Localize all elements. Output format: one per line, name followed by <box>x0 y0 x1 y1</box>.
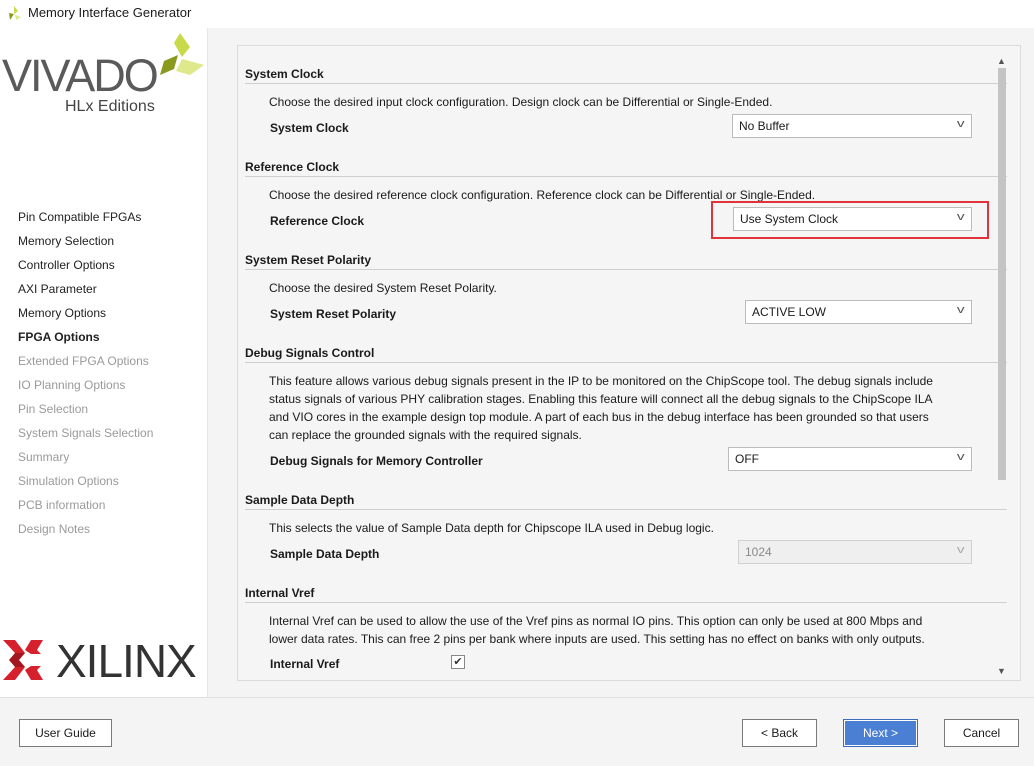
vivado-logo: VIVADO <box>2 50 159 101</box>
debug-description-line: and VIO cores in the example design top … <box>269 410 929 424</box>
sidebar: VIVADO HLx Editions Pin Compatible FPGAs… <box>0 28 208 697</box>
nav-io-planning-options: IO Planning Options <box>18 378 126 392</box>
scroll-up-icon[interactable]: ▲ <box>997 56 1006 66</box>
sample-depth-label: Sample Data Depth <box>270 547 380 561</box>
sample-depth-select: 1024 v <box>738 540 972 564</box>
nav-controller-options[interactable]: Controller Options <box>18 258 115 272</box>
system-clock-value: No Buffer <box>739 119 790 133</box>
divider <box>245 269 1007 270</box>
section-heading-debug-signals: Debug Signals Control <box>245 346 375 360</box>
section-heading-reset-polarity: System Reset Polarity <box>245 253 372 267</box>
reference-clock-description: Choose the desired reference clock confi… <box>269 188 816 202</box>
nav-pin-selection: Pin Selection <box>18 402 89 416</box>
scroll-down-icon[interactable]: ▼ <box>997 666 1006 676</box>
nav-pin-compatible-fpgas[interactable]: Pin Compatible FPGAs <box>18 210 141 224</box>
nav-pcb-information: PCB information <box>18 498 106 512</box>
divider <box>245 509 1007 510</box>
nav-system-signals-selection: System Signals Selection <box>18 426 154 440</box>
system-clock-label: System Clock <box>270 121 349 135</box>
xilinx-logo-mark <box>3 640 43 680</box>
reference-clock-value: Use System Clock <box>740 212 839 226</box>
debug-signals-select[interactable]: OFF v <box>728 447 972 471</box>
debug-description-line: can replace the grounded signals with th… <box>269 428 582 442</box>
debug-signals-value: OFF <box>735 452 759 466</box>
internal-vref-label: Internal Vref <box>270 657 340 671</box>
nav-memory-options[interactable]: Memory Options <box>18 306 106 320</box>
divider <box>245 176 1007 177</box>
chevron-down-icon: v <box>956 451 965 463</box>
options-panel <box>237 45 1021 681</box>
chevron-down-icon: v <box>956 118 965 130</box>
reset-polarity-label: System Reset Polarity <box>270 307 397 321</box>
reference-clock-label: Reference Clock <box>270 214 365 228</box>
debug-description-line: This feature allows various debug signal… <box>269 374 933 388</box>
debug-description-line: status signals of various PHY calibratio… <box>269 392 933 406</box>
sample-depth-value: 1024 <box>745 545 772 559</box>
section-heading-sample-data-depth: Sample Data Depth <box>245 493 355 507</box>
user-guide-button[interactable]: User Guide <box>19 719 112 747</box>
next-button[interactable]: Next > <box>843 719 918 747</box>
chevron-down-icon: v <box>956 544 965 556</box>
chevron-down-icon: v <box>956 211 965 223</box>
vivado-logo-mark <box>160 33 204 75</box>
checkmark-icon: ✔ <box>453 656 463 668</box>
debug-signals-label: Debug Signals for Memory Controller <box>270 454 483 468</box>
system-clock-select[interactable]: No Buffer v <box>732 114 972 138</box>
reference-clock-select[interactable]: Use System Clock v <box>733 207 972 231</box>
reset-polarity-select[interactable]: ACTIVE LOW v <box>745 300 972 324</box>
nav-design-notes: Design Notes <box>18 522 91 536</box>
nav-fpga-options[interactable]: FPGA Options <box>18 330 100 344</box>
section-heading-reference-clock: Reference Clock <box>245 160 340 174</box>
window-title: Memory Interface Generator <box>28 5 192 20</box>
sample-depth-description: This selects the value of Sample Data de… <box>269 521 714 535</box>
cancel-button[interactable]: Cancel <box>944 719 1019 747</box>
nav-summary: Summary <box>18 450 70 464</box>
system-clock-description: Choose the desired input clock configura… <box>269 95 773 109</box>
section-heading-system-clock: System Clock <box>245 67 324 81</box>
vref-description-line: lower data rates. This can free 2 pins p… <box>269 632 925 646</box>
reset-polarity-value: ACTIVE LOW <box>752 305 827 319</box>
divider <box>0 697 1034 698</box>
nav-extended-fpga-options: Extended FPGA Options <box>18 354 149 368</box>
nav-memory-selection[interactable]: Memory Selection <box>18 234 114 248</box>
xilinx-logo: XILINX <box>56 635 197 687</box>
nav-simulation-options: Simulation Options <box>18 474 119 488</box>
section-heading-internal-vref: Internal Vref <box>245 586 315 600</box>
divider <box>245 602 1007 603</box>
scrollbar-thumb[interactable] <box>998 68 1006 480</box>
internal-vref-checkbox[interactable]: ✔ <box>451 655 465 669</box>
vivado-app-icon <box>9 6 21 20</box>
back-button[interactable]: < Back <box>742 719 817 747</box>
chevron-down-icon: v <box>956 304 965 316</box>
reset-polarity-description: Choose the desired System Reset Polarity… <box>269 281 497 295</box>
title-bar: Memory Interface Generator <box>0 0 1034 28</box>
nav-axi-parameter[interactable]: AXI Parameter <box>18 282 97 296</box>
divider <box>245 83 1007 84</box>
divider <box>245 362 1007 363</box>
edition-label: HLx Editions <box>65 98 155 115</box>
vref-description-line: Internal Vref can be used to allow the u… <box>269 614 923 628</box>
